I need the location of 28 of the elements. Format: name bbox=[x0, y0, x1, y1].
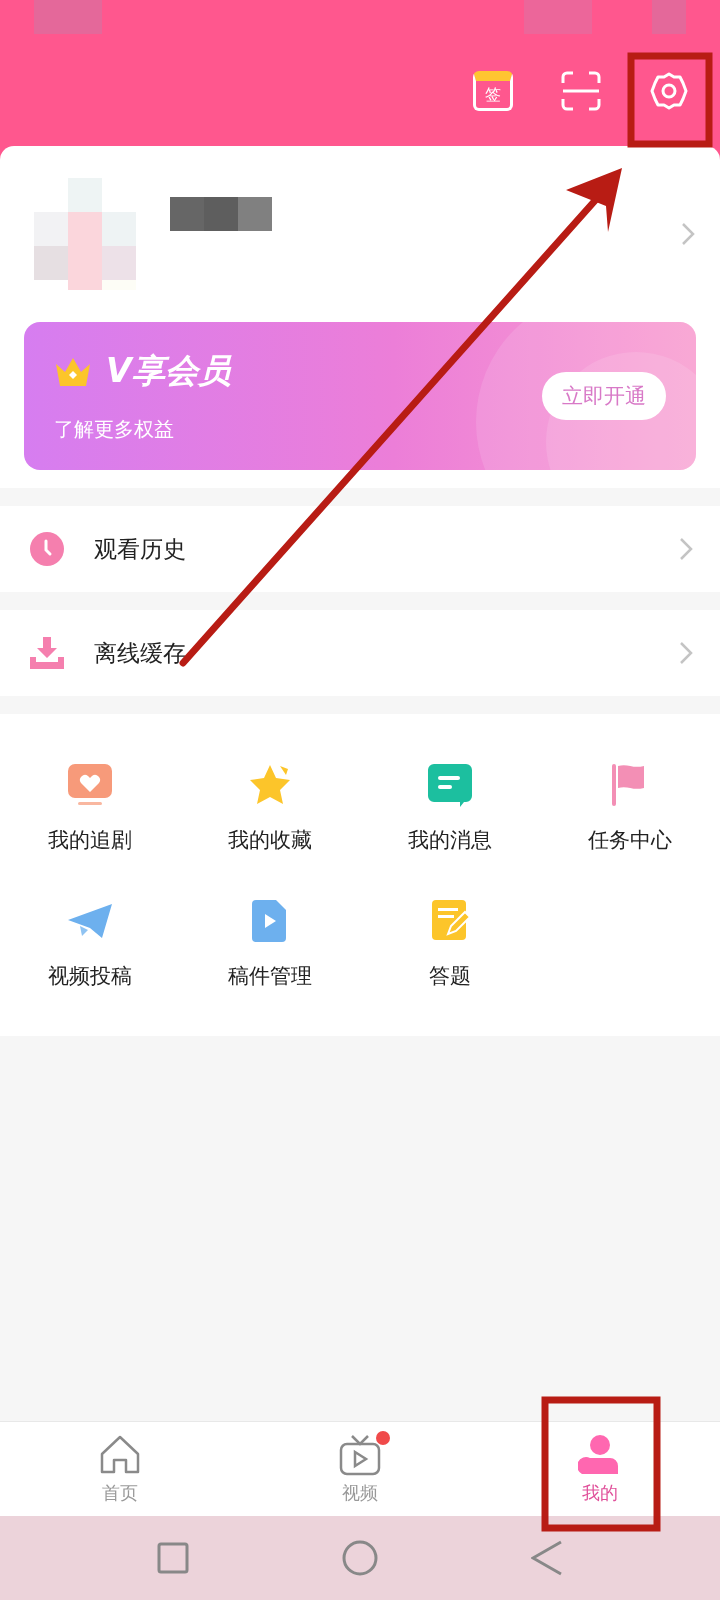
shortcut-label[interactable]: 我的追剧 bbox=[48, 826, 132, 854]
vip-subtitle: 了解更多权益 bbox=[54, 416, 175, 443]
shortcut-label[interactable]: 稿件管理 bbox=[228, 962, 312, 990]
scan-button[interactable] bbox=[560, 70, 602, 112]
shortcut-label[interactable]: 答题 bbox=[429, 962, 471, 990]
download-icon bbox=[30, 637, 64, 669]
menu-row[interactable]: 离线缓存 bbox=[0, 610, 720, 696]
tab[interactable]: 我的 bbox=[480, 1422, 720, 1516]
settings-button[interactable] bbox=[648, 70, 690, 112]
message-icon bbox=[426, 762, 474, 808]
recents-button[interactable] bbox=[157, 1542, 190, 1574]
heart-tv-icon bbox=[66, 762, 114, 808]
shortcut-label[interactable]: 视频投稿 bbox=[48, 962, 132, 990]
chevron-right-icon bbox=[680, 221, 696, 247]
shortcut-label[interactable]: 任务中心 bbox=[588, 826, 672, 854]
back-button[interactable] bbox=[530, 1540, 563, 1576]
menu-row[interactable]: 观看历史 bbox=[0, 506, 720, 592]
vip-title: V享会员 bbox=[106, 350, 231, 392]
shortcut-label[interactable]: 我的消息 bbox=[408, 826, 492, 854]
home-button[interactable] bbox=[342, 1540, 378, 1576]
clock-icon bbox=[30, 532, 64, 566]
shortcut-label[interactable]: 我的收藏 bbox=[228, 826, 312, 854]
home-icon bbox=[98, 1434, 142, 1476]
menu-label: 离线缓存 bbox=[94, 638, 187, 668]
menu-label: 观看历史 bbox=[94, 534, 187, 564]
chevron-right-icon bbox=[678, 640, 694, 666]
tv-play-icon bbox=[338, 1434, 382, 1476]
chevron-right-icon bbox=[678, 536, 694, 562]
